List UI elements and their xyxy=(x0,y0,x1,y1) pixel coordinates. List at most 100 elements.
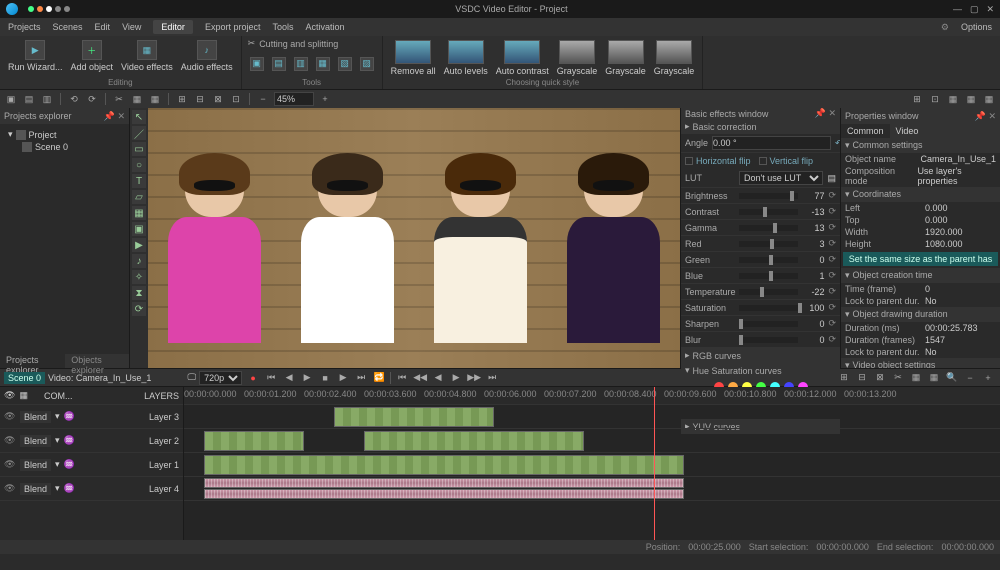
tool-icon[interactable]: ▥ xyxy=(40,92,54,106)
next-frame-button[interactable]: ▶ xyxy=(335,371,351,385)
reset-icon[interactable]: ⟳ xyxy=(828,206,836,217)
eye-icon[interactable]: 👁 xyxy=(4,411,16,422)
resolution-select[interactable]: 720p xyxy=(199,371,242,385)
wave-icon[interactable]: ♒ xyxy=(64,483,75,494)
slider[interactable] xyxy=(739,337,798,343)
text-tool-icon[interactable]: T xyxy=(132,174,146,188)
tool-icon[interactable]: ▦ xyxy=(130,92,144,106)
tool-icon[interactable]: ⊡ xyxy=(229,92,243,106)
tl-button[interactable]: ⏭ xyxy=(484,371,500,385)
reset-icon[interactable]: ⟳ xyxy=(828,302,836,313)
line-tool-icon[interactable]: ／ xyxy=(132,126,146,140)
qa-dot[interactable] xyxy=(37,6,43,12)
tab-common[interactable]: Common xyxy=(841,124,890,138)
tl-tool[interactable]: ⊠ xyxy=(872,371,888,385)
video-clip[interactable] xyxy=(204,455,684,475)
prop-value[interactable]: Use layer's properties xyxy=(917,166,996,186)
slider[interactable] xyxy=(739,193,798,199)
close-icon[interactable]: ✕ xyxy=(986,4,994,15)
prop-value[interactable]: 1547 xyxy=(925,335,945,345)
timeline-track[interactable] xyxy=(184,477,1000,501)
horizontal-flip-checkbox[interactable]: Horizontal flip xyxy=(685,156,751,166)
sprite-tool-icon[interactable]: ✧ xyxy=(132,270,146,284)
audio-clip[interactable] xyxy=(204,478,684,488)
audio-tool-icon[interactable]: ♪ xyxy=(132,254,146,268)
blend-mode[interactable]: Blend xyxy=(20,483,51,495)
add-object-button[interactable]: ＋Add object xyxy=(69,38,116,74)
timeline-ruler[interactable]: 00:00:00.00000:00:01.20000:00:02.40000:0… xyxy=(184,387,1000,405)
tl-tool[interactable]: + xyxy=(980,371,996,385)
tl-button[interactable]: ◀◀ xyxy=(412,371,428,385)
tl-tool[interactable]: 🔍 xyxy=(944,371,960,385)
menu-editor[interactable]: Editor xyxy=(153,20,193,34)
menu-tools[interactable]: Tools xyxy=(272,22,293,32)
eye-icon[interactable]: 👁 xyxy=(4,390,15,401)
track-header[interactable]: 👁Blend▾♒Layer 1 xyxy=(0,453,183,477)
tool-icon[interactable]: ⊡ xyxy=(928,92,942,106)
skip-end-button[interactable]: ⏭ xyxy=(353,371,369,385)
tl-tool[interactable]: ✂ xyxy=(890,371,906,385)
skip-start-button[interactable]: ⏮ xyxy=(263,371,279,385)
chart-tool-icon[interactable]: ▦ xyxy=(132,206,146,220)
section-hue-curves[interactable]: ▾Hue Saturation curves xyxy=(681,363,840,378)
timeline-track[interactable] xyxy=(184,429,1000,453)
monitor-icon[interactable]: 🖵 xyxy=(187,372,196,383)
section-creation-time[interactable]: ▾Object creation time xyxy=(841,268,1000,283)
style-grayscale[interactable]: Grayscale xyxy=(652,38,697,78)
video-clip[interactable] xyxy=(364,431,584,451)
counter-tool-icon[interactable]: ⧗ xyxy=(132,286,146,300)
lut-select[interactable]: Don't use LUT xyxy=(739,171,823,185)
record-button[interactable]: ● xyxy=(245,371,261,385)
menu-activation[interactable]: Activation xyxy=(305,22,344,32)
reset-icon[interactable]: ⟳ xyxy=(828,334,836,345)
track-header[interactable]: 👁Blend▾♒Layer 4 xyxy=(0,477,183,501)
track-header[interactable]: 👁Blend▾♒Layer 3 xyxy=(0,405,183,429)
cursor-tool-icon[interactable]: ↖ xyxy=(132,110,146,124)
tool-icon[interactable]: ⊟ xyxy=(193,92,207,106)
style-grayscale[interactable]: Grayscale xyxy=(555,38,600,78)
prop-value[interactable]: 0.000 xyxy=(925,215,948,225)
slider[interactable] xyxy=(739,225,798,231)
blend-mode[interactable]: Blend xyxy=(20,411,51,423)
section-coordinates[interactable]: ▾Coordinates xyxy=(841,187,1000,202)
qa-dot[interactable] xyxy=(46,6,52,12)
tool-button[interactable]: ▦ xyxy=(314,55,332,73)
eye-icon[interactable]: 👁 xyxy=(4,435,16,446)
timeline-track[interactable] xyxy=(184,453,1000,477)
tool-icon[interactable]: ✂ xyxy=(112,92,126,106)
scene-badge[interactable]: Scene 0 xyxy=(4,372,45,384)
qa-dot[interactable] xyxy=(64,6,70,12)
blend-mode[interactable]: Blend xyxy=(20,435,51,447)
zoom-out-icon[interactable]: − xyxy=(256,92,270,106)
eye-icon[interactable]: 👁 xyxy=(4,459,16,470)
audio-effects-button[interactable]: ♪Audio effects xyxy=(179,38,235,74)
style-remove-all[interactable]: Remove all xyxy=(389,38,438,78)
blend-mode[interactable]: Blend xyxy=(20,459,51,471)
tl-button[interactable]: ▶ xyxy=(448,371,464,385)
prop-value[interactable]: 1920.000 xyxy=(925,227,963,237)
reset-icon[interactable]: ⟳ xyxy=(828,318,836,329)
audio-clip[interactable] xyxy=(204,489,684,499)
menu-scenes[interactable]: Scenes xyxy=(53,22,83,32)
tool-button[interactable]: ▨ xyxy=(358,55,376,73)
section-common[interactable]: ▾Common settings xyxy=(841,138,1000,153)
menu-edit[interactable]: Edit xyxy=(95,22,111,32)
menu-projects[interactable]: Projects xyxy=(8,22,41,32)
tool-button[interactable]: ▧ xyxy=(336,55,354,73)
prop-value[interactable]: 0.000 xyxy=(925,203,948,213)
tooltip-tool-icon[interactable]: ▱ xyxy=(132,190,146,204)
track-header[interactable]: 👁Blend▾♒Layer 2 xyxy=(0,429,183,453)
image-tool-icon[interactable]: ▣ xyxy=(132,222,146,236)
reset-icon[interactable]: ⟳ xyxy=(828,286,836,297)
tl-tool[interactable]: ▦ xyxy=(926,371,942,385)
tree-scene[interactable]: Scene 0 xyxy=(4,141,125,153)
tool-icon[interactable]: ▣ xyxy=(4,92,18,106)
reset-icon[interactable]: ⟳ xyxy=(828,222,836,233)
zoom-in-icon[interactable]: + xyxy=(318,92,332,106)
tool-icon[interactable]: ⟲ xyxy=(67,92,81,106)
tool-button[interactable]: ▥ xyxy=(292,55,310,73)
qa-dot[interactable] xyxy=(28,6,34,12)
pin-icon[interactable]: 📌 ✕ xyxy=(815,108,836,119)
options-label[interactable]: Options xyxy=(961,22,992,32)
tl-button[interactable]: ⏮ xyxy=(394,371,410,385)
